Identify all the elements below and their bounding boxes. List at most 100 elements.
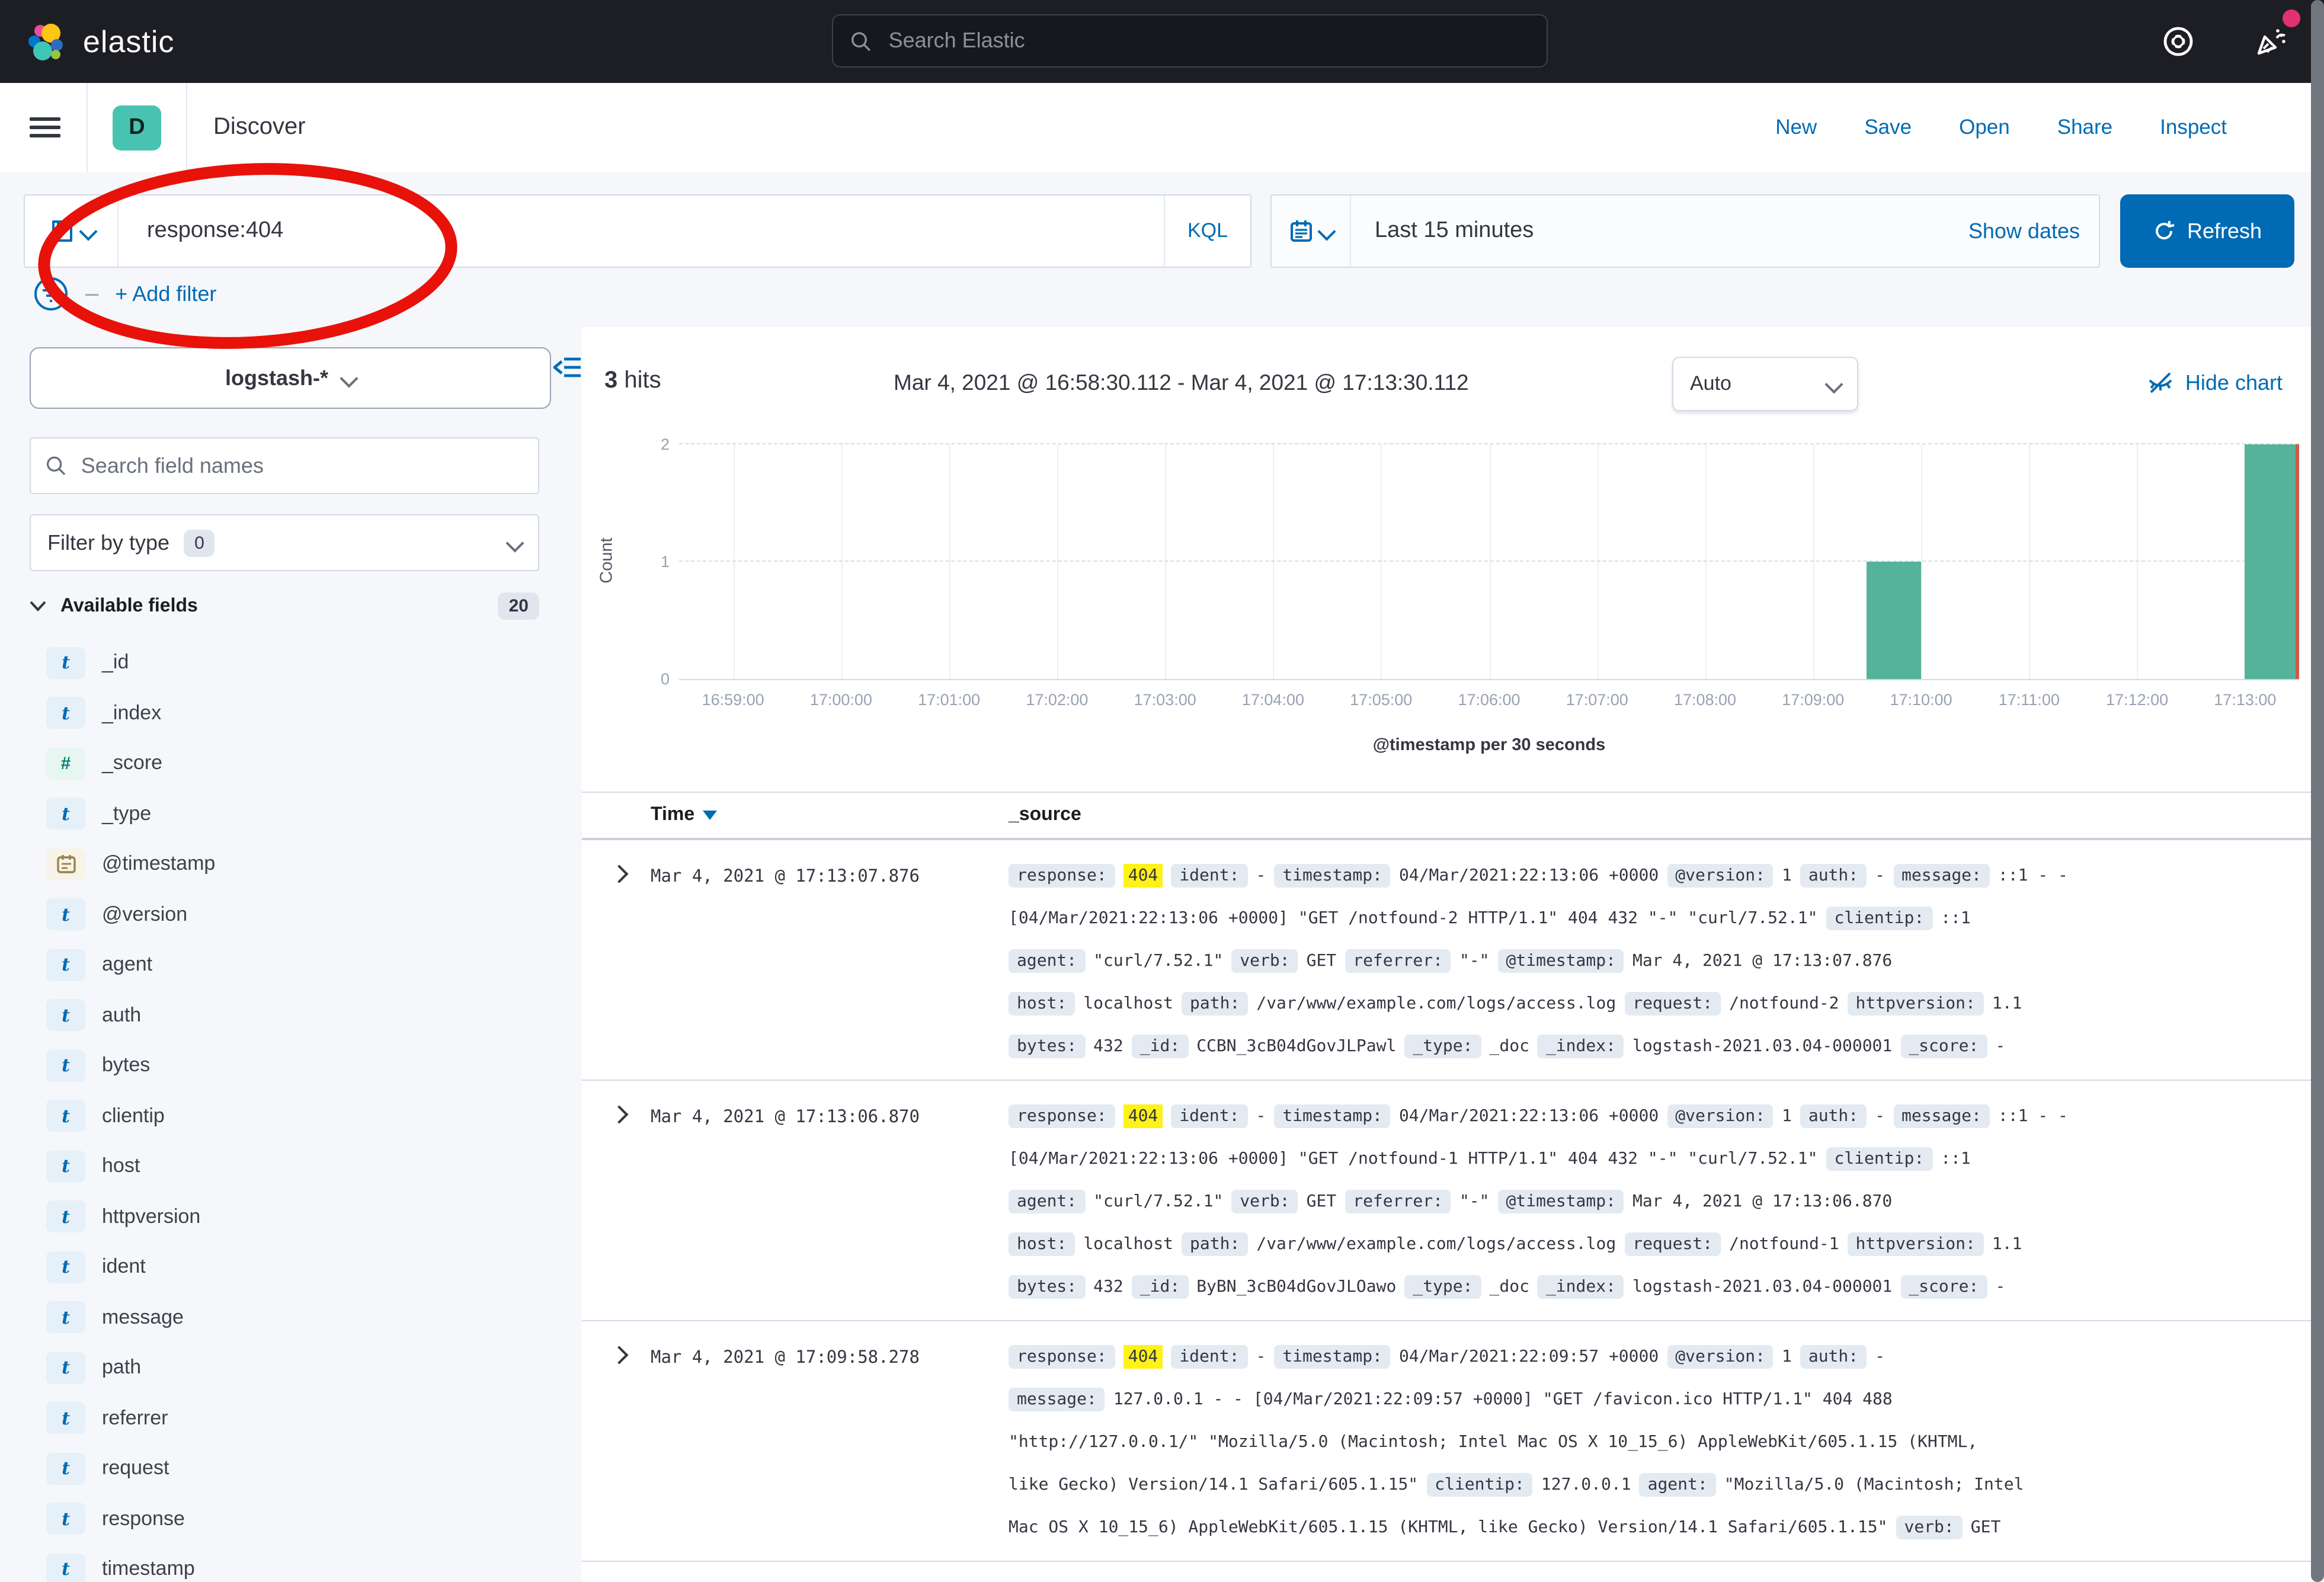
appbar-menu: New Save Open Share Inspect (1775, 115, 2324, 140)
table-row: Mar 4, 2021 @ 17:09:58.278response:404id… (582, 1321, 2311, 1562)
expand-row-button[interactable] (596, 1337, 651, 1368)
date-quick-select-button[interactable] (1272, 196, 1351, 267)
collapse-sidebar-button[interactable] (552, 353, 582, 388)
field-item-auth[interactable]: tauth (30, 990, 551, 1040)
field-item-@timestamp[interactable]: @timestamp (30, 839, 551, 889)
expand-row-button[interactable] (596, 1096, 651, 1127)
histogram-bar[interactable] (2245, 444, 2299, 679)
menu-new[interactable]: New (1775, 115, 1817, 140)
field-search[interactable] (30, 437, 539, 494)
help-icon[interactable] (2158, 21, 2198, 62)
page-scrollbar[interactable] (2310, 0, 2324, 1582)
interval-select[interactable]: Auto (1672, 357, 1858, 411)
scrollbar-thumb[interactable] (2311, 0, 2324, 1582)
field-pill: timestamp: (1274, 1345, 1391, 1369)
field-value: - (1256, 1347, 1266, 1366)
doc-source-line: response:404ident:-timestamp:04/Mar/2021… (1009, 856, 2311, 898)
field-item-host[interactable]: thost (30, 1141, 551, 1192)
field-item-_type[interactable]: t_type (30, 789, 551, 839)
query-input[interactable] (145, 217, 1164, 245)
field-item-_index[interactable]: t_index (30, 688, 551, 738)
field-pill: bytes: (1009, 1035, 1085, 1058)
field-name: request (102, 1457, 169, 1481)
x-tick-label: 17:03:00 (1134, 691, 1196, 709)
kql-toggle[interactable]: KQL (1164, 196, 1250, 267)
field-name: path (102, 1356, 141, 1380)
show-dates-button[interactable]: Show dates (1968, 219, 2080, 244)
add-filter-button[interactable]: + Add filter (115, 281, 216, 306)
field-value: 04/Mar/2021:22:09:57 +0000 (1399, 1347, 1659, 1366)
global-search-input[interactable] (886, 27, 1530, 55)
field-item-agent[interactable]: tagent (30, 940, 551, 990)
field-value: ::1 (1941, 1149, 1971, 1168)
field-item-@version[interactable]: t@version (30, 889, 551, 940)
field-name: httpversion (102, 1205, 200, 1229)
field-value: GET (1307, 952, 1337, 971)
field-item-request[interactable]: trequest (30, 1443, 551, 1494)
chart-gridline (679, 443, 2299, 444)
menu-open[interactable]: Open (1959, 115, 2010, 140)
menu-icon[interactable] (30, 113, 60, 142)
field-item-clientip[interactable]: tclientip (30, 1091, 551, 1141)
field-item-bytes[interactable]: tbytes (30, 1040, 551, 1091)
field-name: _id (102, 651, 129, 675)
index-pattern-select[interactable]: logstash-* (30, 347, 551, 409)
field-item-_score[interactable]: #_score (30, 738, 551, 789)
field-item-message[interactable]: tmessage (30, 1292, 551, 1343)
field-pill: auth: (1800, 864, 1867, 888)
elastic-logo[interactable]: elastic (0, 19, 174, 64)
field-pill: _score: (1900, 1275, 1987, 1299)
source-column-header: _source (1009, 805, 2311, 826)
histogram-bar[interactable] (1867, 562, 1921, 679)
expand-row-button[interactable] (596, 856, 651, 886)
search-icon (850, 29, 872, 53)
saved-query-menu-button[interactable] (25, 196, 119, 267)
refresh-button[interactable]: Refresh (2120, 194, 2294, 268)
field-type-string-icon: t (46, 1050, 85, 1082)
doc-source-line: bytes:432_id:ByBN_3cB04dGovJLOawo_type:_… (1009, 1267, 2311, 1309)
field-value: Mar 4, 2021 @ 17:13:06.870 (1632, 1192, 1892, 1211)
field-item-response[interactable]: tresponse (30, 1494, 551, 1544)
field-name: _score (102, 752, 162, 776)
field-item-path[interactable]: tpath (30, 1343, 551, 1393)
chart-gridline (2137, 444, 2139, 679)
field-item-_id[interactable]: t_id (30, 638, 551, 688)
field-item-timestamp[interactable]: ttimestamp (30, 1544, 551, 1582)
menu-share[interactable]: Share (2057, 115, 2112, 140)
chart-gridline (1489, 444, 1490, 679)
field-pill: _index: (1538, 1275, 1624, 1299)
field-value: localhost (1083, 994, 1173, 1013)
x-tick-label: 17:02:00 (1026, 691, 1088, 709)
doc-source-line: [04/Mar/2021:22:13:06 +0000] "GET /notfo… (1009, 1139, 2311, 1181)
doc-timestamp: Mar 4, 2021 @ 17:13:07.876 (651, 856, 1009, 898)
available-fields-header[interactable]: Available fields 20 (30, 593, 539, 620)
time-range-value[interactable]: Last 15 minutes (1375, 218, 1534, 244)
field-type-string-icon: t (46, 899, 85, 931)
field-item-referrer[interactable]: treferrer (30, 1393, 551, 1443)
menu-save[interactable]: Save (1864, 115, 1912, 140)
field-name: _index (102, 702, 161, 725)
discover-app-badge[interactable]: D (113, 105, 161, 150)
field-item-ident[interactable]: tident (30, 1242, 551, 1292)
hide-chart-button[interactable]: Hide chart (2147, 370, 2283, 396)
field-item-httpversion[interactable]: t httpversion (30, 1192, 551, 1242)
field-value: 1 (1782, 866, 1792, 885)
field-pill: message: (1893, 1104, 1990, 1128)
filter-by-type-select[interactable]: Filter by type 0 (30, 514, 539, 571)
x-tick-label: 17:06:00 (1458, 691, 1520, 709)
interval-value: Auto (1690, 372, 1731, 396)
field-value: /notfound-2 (1729, 994, 1839, 1013)
time-column-header[interactable]: Time (651, 805, 1009, 826)
field-pill: verb: (1231, 1190, 1298, 1213)
field-type-string-icon: t (46, 1201, 85, 1233)
global-search[interactable] (832, 14, 1548, 68)
newsfeed-icon[interactable] (2251, 21, 2291, 62)
field-value: Mar 4, 2021 @ 17:13:07.876 (1632, 952, 1892, 971)
filter-dash: – (85, 280, 98, 308)
menu-inspect[interactable]: Inspect (2160, 115, 2227, 140)
filter-icon[interactable] (33, 276, 69, 312)
highlighted-value: 404 (1123, 1104, 1163, 1128)
field-search-input[interactable] (79, 452, 524, 479)
field-value: 1.1 (1992, 994, 2022, 1013)
field-value: "-" (1459, 1192, 1490, 1211)
